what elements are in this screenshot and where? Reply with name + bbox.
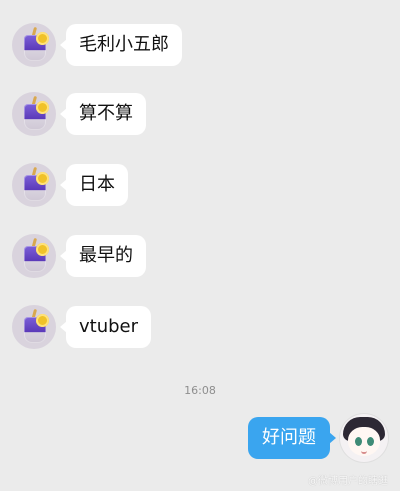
my-message-row: 好问题 (248, 414, 388, 462)
message-row: 毛利小五郎 (12, 22, 182, 68)
lemon-slice-icon (36, 32, 49, 45)
contact-avatar[interactable] (12, 23, 56, 67)
lemon-slice-icon (36, 314, 49, 327)
message-bubble[interactable]: vtuber (59, 306, 152, 348)
message-row: vtuber (12, 304, 152, 350)
message-bubble[interactable]: 日本 (60, 164, 128, 206)
message-timestamp: 16:08 (184, 384, 216, 397)
contact-avatar[interactable] (12, 234, 56, 278)
left-eye-icon (355, 437, 362, 446)
message-row: 算不算 (12, 91, 146, 137)
my-avatar[interactable] (340, 414, 388, 462)
right-eye-icon (367, 437, 374, 446)
watermark: @微博用户的瞎逛 (308, 476, 388, 487)
contact-avatar[interactable] (12, 305, 56, 349)
message-bubble[interactable]: 最早的 (60, 235, 146, 277)
message-row: 最早的 (12, 233, 146, 279)
contact-avatar[interactable] (12, 163, 56, 207)
lemon-slice-icon (36, 101, 49, 114)
lemon-slice-icon (36, 243, 49, 256)
lemon-slice-icon (36, 172, 49, 185)
message-bubble[interactable]: 毛利小五郎 (60, 24, 182, 66)
message-row: 日本 (12, 162, 128, 208)
message-bubble[interactable]: 算不算 (60, 93, 146, 135)
chat-view: 毛利小五郎 算不算 日本 最早的 vtuber 16:08 好问题 @微博用户的… (0, 0, 400, 491)
contact-avatar[interactable] (12, 92, 56, 136)
my-message-bubble[interactable]: 好问题 (248, 417, 336, 459)
